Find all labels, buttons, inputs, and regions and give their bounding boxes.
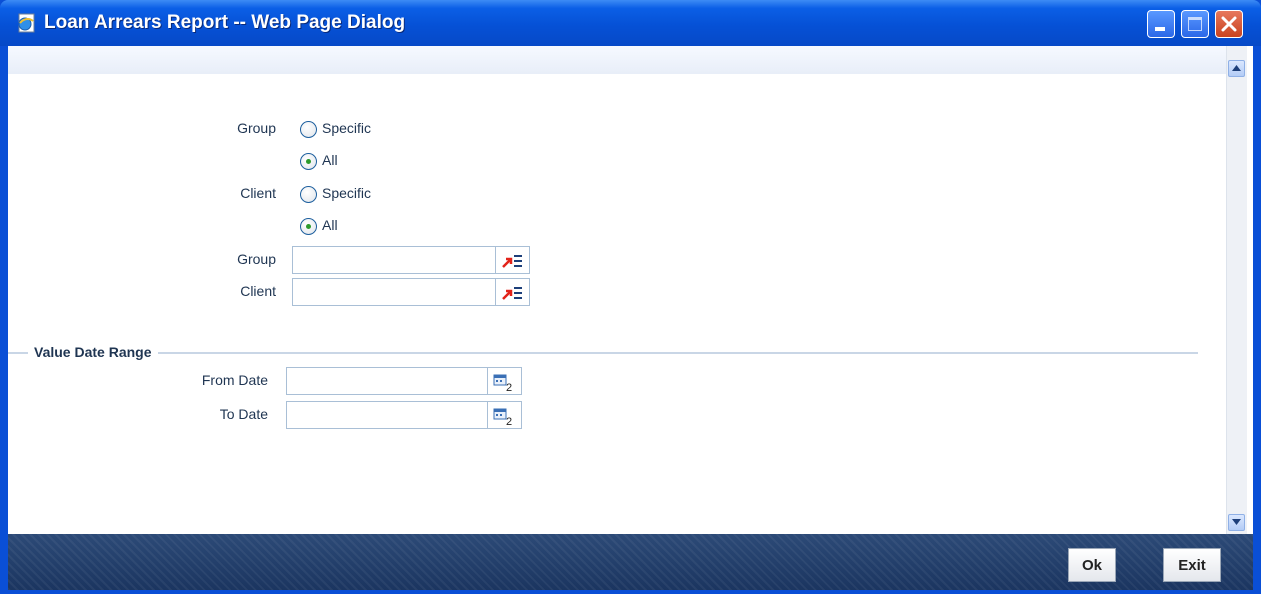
scroll-down-button[interactable] [1228,514,1245,531]
group-selector-label: Group [237,120,276,136]
from-date-label: From Date [201,372,268,388]
client-specific-label[interactable]: Specific [322,185,371,201]
svg-text:2: 2 [506,416,512,426]
to-date-label: To Date [219,406,268,422]
client-selector-label: Client [240,185,276,201]
group-specific-radio[interactable] [300,121,317,138]
maximize-icon [1188,17,1202,31]
title-bar[interactable]: Loan Arrears Report -- Web Page Dialog [0,0,1261,46]
close-icon [1221,16,1237,32]
from-date-input[interactable] [286,367,488,395]
section-divider [8,352,1198,354]
content-header-strip [8,46,1226,74]
close-button[interactable] [1215,10,1243,38]
exit-button[interactable]: Exit [1163,548,1221,582]
client-field-label: Client [240,283,276,299]
client-all-radio[interactable] [300,218,317,235]
arrow-up-icon [1232,65,1241,71]
value-date-range-heading: Value Date Range [28,344,158,360]
client-all-label[interactable]: All [322,217,338,233]
dialog-content: Group Specific All Client Specific All G… [8,46,1253,534]
ok-button[interactable]: Ok [1068,548,1116,582]
ie-page-icon [18,13,35,33]
group-input[interactable] [292,246,496,274]
group-all-label[interactable]: All [322,152,338,168]
to-date-input[interactable] [286,401,488,429]
window-title: Loan Arrears Report -- Web Page Dialog [44,12,406,33]
arrow-down-icon [1232,519,1241,525]
calendar-icon: 2 [493,408,512,426]
dialog-window: Loan Arrears Report -- Web Page Dialog G… [0,0,1261,594]
svg-text:2: 2 [506,382,512,392]
dialog-footer: Ok Exit [8,534,1253,590]
group-lookup-button[interactable] [496,246,530,274]
client-lookup-button[interactable] [496,278,530,306]
minimize-button[interactable] [1147,10,1175,38]
maximize-button[interactable] [1181,10,1209,38]
client-input[interactable] [292,278,496,306]
minimize-icon [1155,27,1165,31]
to-date-calendar-button[interactable]: 2 [488,401,522,429]
list-of-values-icon [502,287,522,300]
vertical-scrollbar[interactable] [1226,46,1247,534]
group-field-label: Group [237,251,276,267]
group-all-radio[interactable] [300,153,317,170]
scroll-up-button[interactable] [1228,60,1245,77]
list-of-values-icon [502,255,522,268]
group-specific-label[interactable]: Specific [322,120,371,136]
from-date-calendar-button[interactable]: 2 [488,367,522,395]
calendar-icon: 2 [493,374,512,392]
client-specific-radio[interactable] [300,186,317,203]
